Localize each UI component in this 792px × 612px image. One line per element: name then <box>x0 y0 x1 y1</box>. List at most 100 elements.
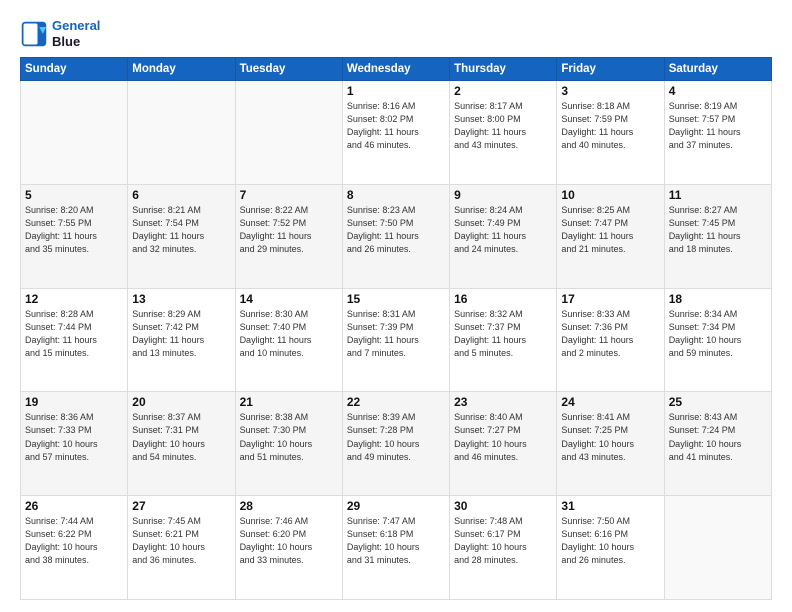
header: General Blue <box>20 18 772 49</box>
day-info: Sunrise: 8:23 AM Sunset: 7:50 PM Dayligh… <box>347 204 445 256</box>
day-cell: 11 Sunrise: 8:27 AM Sunset: 7:45 PM Dayli… <box>664 184 771 288</box>
day-info: Sunrise: 8:28 AM Sunset: 7:44 PM Dayligh… <box>25 308 123 360</box>
calendar-table: SundayMondayTuesdayWednesdayThursdayFrid… <box>20 57 772 600</box>
day-info: Sunrise: 8:36 AM Sunset: 7:33 PM Dayligh… <box>25 411 123 463</box>
week-row-2: 5 Sunrise: 8:20 AM Sunset: 7:55 PM Daylig… <box>21 184 772 288</box>
day-cell: 9 Sunrise: 8:24 AM Sunset: 7:49 PM Daylig… <box>450 184 557 288</box>
day-info: Sunrise: 8:37 AM Sunset: 7:31 PM Dayligh… <box>132 411 230 463</box>
logo-text: General Blue <box>52 18 100 49</box>
day-cell: 26Sunrise: 7:44 AM Sunset: 6:22 PM Dayli… <box>21 496 128 600</box>
day-cell: 15 Sunrise: 8:31 AM Sunset: 7:39 PM Dayli… <box>342 288 449 392</box>
day-header-wednesday: Wednesday <box>342 58 449 81</box>
day-cell: 19 Sunrise: 8:36 AM Sunset: 7:33 PM Dayli… <box>21 392 128 496</box>
day-number: 26 <box>25 499 123 513</box>
day-info: Sunrise: 8:22 AM Sunset: 7:52 PM Dayligh… <box>240 204 338 256</box>
day-info: Sunrise: 8:21 AM Sunset: 7:54 PM Dayligh… <box>132 204 230 256</box>
day-number: 15 <box>347 292 445 306</box>
day-info: Sunrise: 7:47 AM Sunset: 6:18 PM Dayligh… <box>347 515 445 567</box>
day-header-sunday: Sunday <box>21 58 128 81</box>
day-number: 18 <box>669 292 767 306</box>
day-header-friday: Friday <box>557 58 664 81</box>
day-number: 28 <box>240 499 338 513</box>
logo-icon <box>20 20 48 48</box>
day-cell: 1Sunrise: 8:16 AM Sunset: 8:02 PM Daylig… <box>342 81 449 185</box>
day-cell: 3 Sunrise: 8:18 AM Sunset: 7:59 PM Daylig… <box>557 81 664 185</box>
day-number: 29 <box>347 499 445 513</box>
day-number: 17 <box>561 292 659 306</box>
day-cell <box>664 496 771 600</box>
day-cell: 23 Sunrise: 8:40 AM Sunset: 7:27 PM Dayli… <box>450 392 557 496</box>
day-info: Sunrise: 7:50 AM Sunset: 6:16 PM Dayligh… <box>561 515 659 567</box>
day-number: 11 <box>669 188 767 202</box>
day-number: 20 <box>132 395 230 409</box>
day-number: 16 <box>454 292 552 306</box>
day-info: Sunrise: 8:43 AM Sunset: 7:24 PM Dayligh… <box>669 411 767 463</box>
day-cell: 22Sunrise: 8:39 AM Sunset: 7:28 PM Dayli… <box>342 392 449 496</box>
day-number: 12 <box>25 292 123 306</box>
day-number: 2 <box>454 84 552 98</box>
day-number: 5 <box>25 188 123 202</box>
week-row-4: 19 Sunrise: 8:36 AM Sunset: 7:33 PM Dayli… <box>21 392 772 496</box>
day-cell: 14Sunrise: 8:30 AM Sunset: 7:40 PM Dayli… <box>235 288 342 392</box>
day-header-saturday: Saturday <box>664 58 771 81</box>
day-number: 30 <box>454 499 552 513</box>
day-info: Sunrise: 8:18 AM Sunset: 7:59 PM Dayligh… <box>561 100 659 152</box>
week-row-1: 1Sunrise: 8:16 AM Sunset: 8:02 PM Daylig… <box>21 81 772 185</box>
day-number: 24 <box>561 395 659 409</box>
day-cell: 28 Sunrise: 7:46 AM Sunset: 6:20 PM Dayli… <box>235 496 342 600</box>
day-cell: 21 Sunrise: 8:38 AM Sunset: 7:30 PM Dayli… <box>235 392 342 496</box>
day-cell: 12 Sunrise: 8:28 AM Sunset: 7:44 PM Dayli… <box>21 288 128 392</box>
day-info: Sunrise: 8:40 AM Sunset: 7:27 PM Dayligh… <box>454 411 552 463</box>
day-info: Sunrise: 8:31 AM Sunset: 7:39 PM Dayligh… <box>347 308 445 360</box>
day-info: Sunrise: 8:17 AM Sunset: 8:00 PM Dayligh… <box>454 100 552 152</box>
day-number: 3 <box>561 84 659 98</box>
week-row-3: 12 Sunrise: 8:28 AM Sunset: 7:44 PM Dayli… <box>21 288 772 392</box>
day-number: 4 <box>669 84 767 98</box>
logo-line2: Blue <box>52 34 100 50</box>
day-cell <box>128 81 235 185</box>
day-cell: 18 Sunrise: 8:34 AM Sunset: 7:34 PM Dayli… <box>664 288 771 392</box>
day-number: 23 <box>454 395 552 409</box>
day-cell: 31 Sunrise: 7:50 AM Sunset: 6:16 PM Dayli… <box>557 496 664 600</box>
day-info: Sunrise: 8:29 AM Sunset: 7:42 PM Dayligh… <box>132 308 230 360</box>
day-cell: 30 Sunrise: 7:48 AM Sunset: 6:17 PM Dayli… <box>450 496 557 600</box>
day-number: 21 <box>240 395 338 409</box>
day-info: Sunrise: 8:27 AM Sunset: 7:45 PM Dayligh… <box>669 204 767 256</box>
day-cell: 20 Sunrise: 8:37 AM Sunset: 7:31 PM Dayli… <box>128 392 235 496</box>
day-cell <box>21 81 128 185</box>
day-number: 27 <box>132 499 230 513</box>
day-number: 31 <box>561 499 659 513</box>
day-cell: 8Sunrise: 8:23 AM Sunset: 7:50 PM Daylig… <box>342 184 449 288</box>
calendar-header-row: SundayMondayTuesdayWednesdayThursdayFrid… <box>21 58 772 81</box>
day-info: Sunrise: 8:38 AM Sunset: 7:30 PM Dayligh… <box>240 411 338 463</box>
page: General Blue SundayMondayTuesdayWednesda… <box>0 0 792 612</box>
day-info: Sunrise: 7:48 AM Sunset: 6:17 PM Dayligh… <box>454 515 552 567</box>
day-number: 9 <box>454 188 552 202</box>
day-cell: 25 Sunrise: 8:43 AM Sunset: 7:24 PM Dayli… <box>664 392 771 496</box>
day-number: 14 <box>240 292 338 306</box>
day-number: 1 <box>347 84 445 98</box>
day-cell: 17 Sunrise: 8:33 AM Sunset: 7:36 PM Dayli… <box>557 288 664 392</box>
day-cell: 10Sunrise: 8:25 AM Sunset: 7:47 PM Dayli… <box>557 184 664 288</box>
day-info: Sunrise: 7:46 AM Sunset: 6:20 PM Dayligh… <box>240 515 338 567</box>
logo-line1: General <box>52 18 100 34</box>
day-info: Sunrise: 8:34 AM Sunset: 7:34 PM Dayligh… <box>669 308 767 360</box>
day-number: 22 <box>347 395 445 409</box>
day-info: Sunrise: 8:32 AM Sunset: 7:37 PM Dayligh… <box>454 308 552 360</box>
day-number: 7 <box>240 188 338 202</box>
day-info: Sunrise: 7:45 AM Sunset: 6:21 PM Dayligh… <box>132 515 230 567</box>
day-cell: 7 Sunrise: 8:22 AM Sunset: 7:52 PM Daylig… <box>235 184 342 288</box>
day-number: 25 <box>669 395 767 409</box>
day-info: Sunrise: 8:20 AM Sunset: 7:55 PM Dayligh… <box>25 204 123 256</box>
day-info: Sunrise: 8:41 AM Sunset: 7:25 PM Dayligh… <box>561 411 659 463</box>
day-info: Sunrise: 8:24 AM Sunset: 7:49 PM Dayligh… <box>454 204 552 256</box>
day-info: Sunrise: 8:25 AM Sunset: 7:47 PM Dayligh… <box>561 204 659 256</box>
day-cell: 2 Sunrise: 8:17 AM Sunset: 8:00 PM Daylig… <box>450 81 557 185</box>
day-cell: 4 Sunrise: 8:19 AM Sunset: 7:57 PM Daylig… <box>664 81 771 185</box>
day-cell <box>235 81 342 185</box>
day-info: Sunrise: 8:33 AM Sunset: 7:36 PM Dayligh… <box>561 308 659 360</box>
day-info: Sunrise: 8:19 AM Sunset: 7:57 PM Dayligh… <box>669 100 767 152</box>
day-number: 19 <box>25 395 123 409</box>
day-cell: 6Sunrise: 8:21 AM Sunset: 7:54 PM Daylig… <box>128 184 235 288</box>
week-row-5: 26Sunrise: 7:44 AM Sunset: 6:22 PM Dayli… <box>21 496 772 600</box>
